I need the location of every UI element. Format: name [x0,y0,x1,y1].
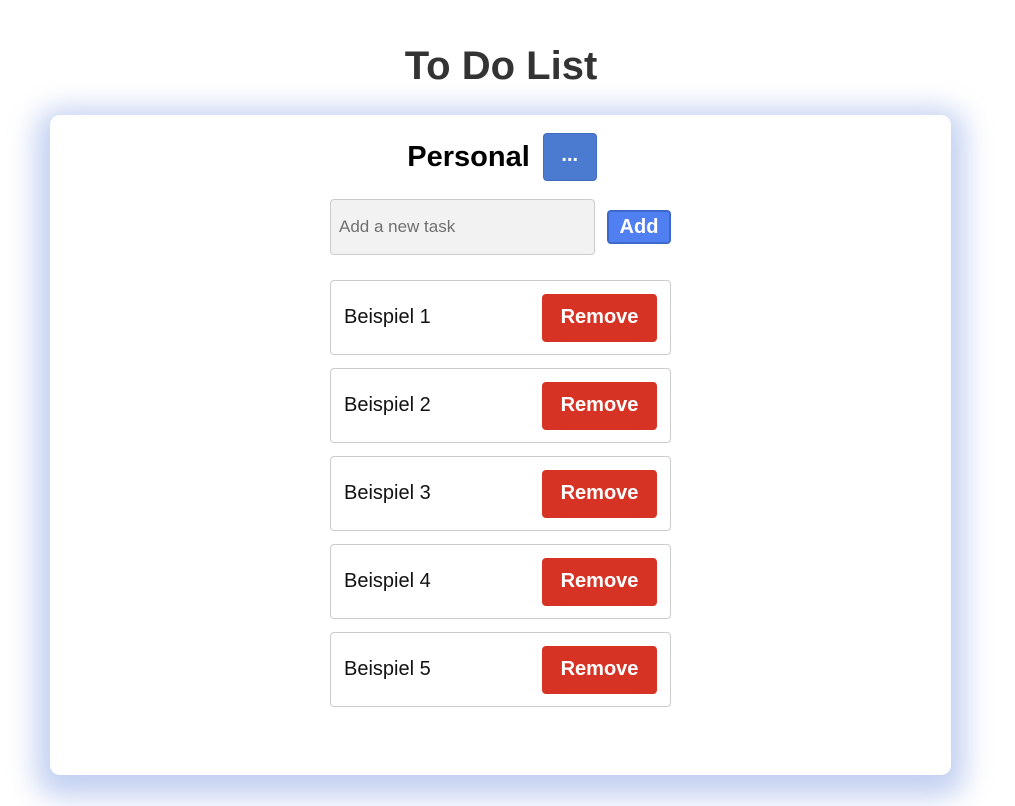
task-item: Beispiel 5 Remove [330,632,671,707]
remove-task-button[interactable]: Remove [542,293,657,342]
task-item: Beispiel 1 Remove [330,280,671,355]
task-list: Beispiel 1 Remove Beispiel 2 Remove Beis… [330,280,671,720]
add-task-row: Add [330,199,671,255]
list-header: Personal ... [50,133,951,181]
add-task-button[interactable]: Add [607,210,671,244]
task-label: Beispiel 1 [344,306,431,328]
task-item: Beispiel 3 Remove [330,456,671,531]
task-label: Beispiel 2 [344,394,431,416]
page-title: To Do List [404,44,598,88]
task-item: Beispiel 4 Remove [330,544,671,619]
remove-task-button[interactable]: Remove [542,645,657,694]
task-item: Beispiel 2 Remove [330,368,671,443]
task-label: Beispiel 5 [344,658,431,680]
list-menu-button[interactable]: ... [542,133,597,181]
remove-task-button[interactable]: Remove [542,557,657,606]
remove-task-button[interactable]: Remove [542,469,657,518]
remove-task-button[interactable]: Remove [542,381,657,430]
list-name: Personal [407,140,530,173]
task-label: Beispiel 3 [344,482,431,504]
task-label: Beispiel 4 [344,570,431,592]
todo-card: Personal ... Add Beispiel 1 Remove Beisp… [50,115,951,775]
new-task-input[interactable] [330,199,595,255]
